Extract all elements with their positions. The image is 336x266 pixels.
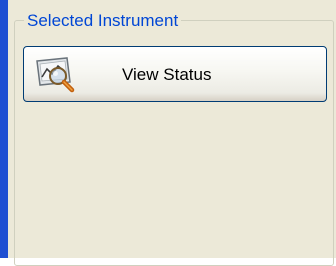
window-left-edge (0, 0, 8, 258)
instrument-panel: Selected Instrument View Status (8, 0, 336, 266)
view-status-button[interactable]: View Status (23, 46, 327, 102)
view-status-label: View Status (122, 65, 212, 84)
group-title: Selected Instrument (24, 10, 182, 32)
magnifier-chart-icon (36, 57, 75, 93)
